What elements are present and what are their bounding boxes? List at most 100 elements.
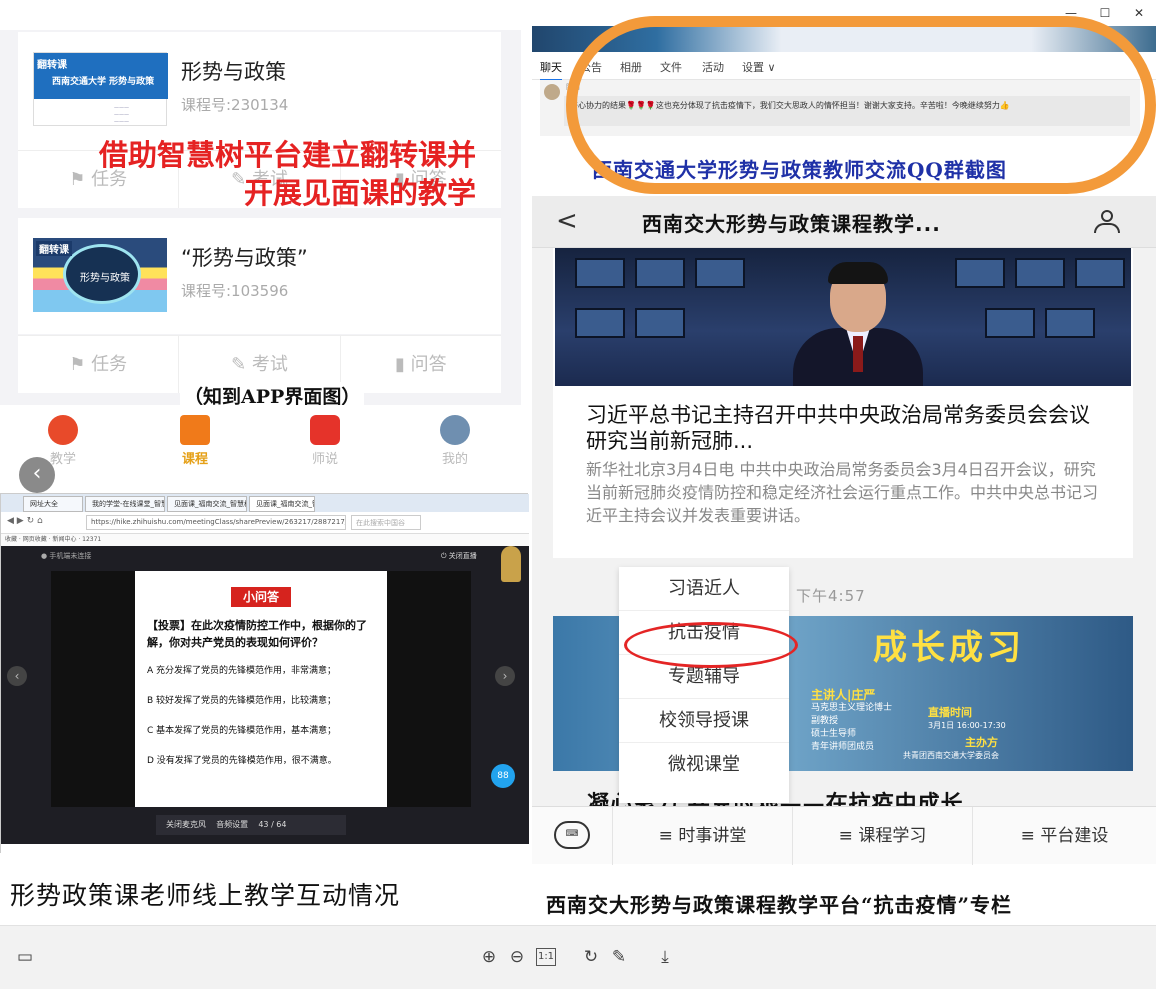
edit-icon[interactable]: ✎	[608, 946, 630, 968]
mic-button[interactable]: 关闭麦克风	[166, 820, 206, 829]
search-input[interactable]: 在此搜索中国谷	[351, 515, 421, 530]
browser-tab-active[interactable]: 见面课_福南交流_智慧树	[249, 496, 315, 512]
browser-tab[interactable]: 我的学堂-在线课堂_智慧树	[85, 496, 165, 512]
banner-speaker-info: 马克思主义理论博士 副教授 硕士生导师 青年讲师团成员	[811, 703, 893, 752]
news-image	[555, 248, 1131, 386]
news-anchor-figure	[793, 262, 923, 386]
tab-mine[interactable]: 我的	[425, 415, 485, 467]
tab-courses[interactable]: 课程	[165, 415, 225, 467]
quiz-option: D 没有发挥了党员的先锋模范作用，很不满意。	[147, 756, 337, 766]
avatar[interactable]	[544, 84, 560, 100]
qq-tab[interactable]: 公告	[580, 59, 602, 75]
page-title: 西南交大形势与政策课程教学...	[642, 212, 941, 236]
cover-tag: 翻转课	[36, 241, 72, 256]
menu-item[interactable]: 微视课堂	[619, 743, 789, 787]
cover-title: 西南交通大学 形势与政策	[52, 77, 155, 87]
phone-header: < 西南交大形势与政策课程教学...	[532, 196, 1156, 248]
banner-headline: 成长成习	[873, 628, 1025, 668]
banner-time: 3月1日 16:00-17:30	[928, 721, 1006, 730]
left-caption: 形势政策课老师线上教学互动情况	[10, 881, 401, 910]
back-arrow-button[interactable]: ‹	[19, 457, 55, 493]
window-title-bar: — ☐ ✕	[0, 0, 1156, 26]
right-caption: 西南交大形势与政策课程教学平台“抗击疫情”专栏	[546, 893, 1013, 917]
message-bubble: 齐心协力的结果🌹🌹🌹这也充分体现了抗击疫情下，我们交大思政人的情怀担当！谢谢大家…	[564, 96, 1130, 126]
download-icon[interactable]: ⤓	[654, 946, 676, 968]
quiz-option: B 较好发挥了党员的先锋模范作用，比较满意；	[147, 696, 337, 706]
thumbnail-icon[interactable]: ▭	[14, 946, 36, 968]
user-icon[interactable]	[1092, 208, 1122, 236]
menu-item[interactable]: 校领导授课	[619, 699, 789, 743]
close-button[interactable]: ✕	[1128, 3, 1150, 23]
browser-tab[interactable]: 网址大全	[23, 496, 83, 512]
quiz-badge: 小问答	[231, 587, 291, 607]
bookmarks-bar: 收藏 · 网页收藏 · 新闻中心 · 12371	[1, 534, 529, 546]
teacher-talk-icon	[310, 415, 340, 445]
qq-tab[interactable]: 聊天	[540, 59, 562, 81]
footer-menu-news[interactable]: ≡ 时事讲堂	[612, 807, 792, 865]
qq-header-banner	[532, 26, 1156, 52]
back-icon[interactable]: <	[556, 206, 578, 236]
sender-name: 阿翁	[566, 83, 580, 91]
course-title: “形势与政策”	[181, 246, 308, 270]
browser-tab-strip: 网址大全 我的学堂-在线课堂_智慧树 见面课_福南交流_智慧树 见面课_福南交流…	[1, 494, 529, 512]
courses-icon	[180, 415, 210, 445]
quiz-option: A 充分发挥了党员的先锋模范作用，非常满意；	[147, 666, 337, 676]
bell-icon[interactable]	[501, 546, 521, 582]
course-number: 课程号:230134	[181, 96, 289, 114]
course-card-1[interactable]: 翻转课 西南交通大学 形势与政策 ——— ——— ——— 形势与政策 课程号:230…	[18, 32, 501, 150]
qq-tab[interactable]: 相册	[620, 59, 642, 75]
menu-round-button[interactable]: 88	[491, 764, 515, 788]
maximize-button[interactable]: ☐	[1094, 3, 1116, 23]
tab-teacher-talk[interactable]: 师说	[295, 415, 355, 467]
phone-footer-menu: ⌨ ≡ 时事讲堂 ≡ 课程学习 ≡ 平台建设	[532, 806, 1156, 865]
course-card-2[interactable]: 翻转课 形势与政策 “形势与政策” 课程号:103596	[18, 218, 501, 334]
close-live-button[interactable]: ⏻ 关闭直播	[441, 551, 477, 561]
next-slide-button[interactable]: ›	[495, 666, 515, 686]
footer-menu-platform[interactable]: ≡ 平台建设	[972, 807, 1156, 865]
zoom-in-icon[interactable]: ⊕	[478, 946, 500, 968]
url-field[interactable]: https://hike.zhihuishu.com/meetingClass/…	[86, 515, 346, 530]
avatar-icon	[440, 415, 470, 445]
news-card[interactable]: 习近平总书记主持召开中共中央政治局常务委员会会议 研究当前新冠肺... 新华社北…	[553, 248, 1133, 558]
slide-page: 小问答 【投票】在此次疫情防控工作中，根据你的了解，你对共产党员的表现如何评价？…	[135, 571, 387, 807]
audio-settings-button[interactable]: 音频设置	[216, 820, 248, 829]
course-cover-1: 翻转课 西南交通大学 形势与政策 ——— ——— ———	[33, 52, 168, 126]
course-title: 形势与政策	[181, 60, 286, 84]
banner-speaker: 主讲人|庄严	[811, 688, 876, 702]
footer-menu-course[interactable]: ≡ 课程学习	[792, 807, 972, 865]
actual-size-icon[interactable]: 1:1	[536, 948, 556, 966]
banner-organizer-label: 主办方	[965, 736, 998, 749]
teaching-icon	[48, 415, 78, 445]
task-button[interactable]: ⚑ 任务	[18, 336, 180, 393]
prev-slide-button[interactable]: ‹	[7, 666, 27, 686]
zoom-out-icon[interactable]: ⊖	[506, 946, 528, 968]
minimize-button[interactable]: —	[1060, 3, 1082, 23]
menu-item[interactable]: 习语近人	[619, 567, 789, 611]
live-class-area: ● 手机端未连接 ⏻ 关闭直播 小问答 【投票】在此次疫情防控工作中，根据你的了…	[1, 546, 529, 844]
qq-tab[interactable]: 文件	[660, 59, 682, 75]
image-viewer-toolbar: ▭ ⊕ ⊖ 1:1 ↻ ✎ ⤓	[0, 925, 1156, 989]
zhidao-app-screenshot: 翻转课 西南交通大学 形势与政策 ——— ——— ——— 形势与政策 课程号:230…	[0, 30, 521, 405]
nav-arrows-icon[interactable]: ◀ ▶ ↻ ⌂	[7, 516, 43, 526]
browser-tab[interactable]: 见面课_福南交流_智慧树	[167, 496, 247, 512]
banner-time-label: 直播时间	[928, 706, 972, 719]
course-number: 课程号:103596	[181, 282, 289, 300]
cover-tag: 翻转课	[37, 60, 67, 71]
qq-tab[interactable]: 活动	[702, 59, 724, 75]
popup-menu: 习语近人 抗击疫情 专题辅导 校领导授课 微视课堂	[619, 567, 789, 803]
keyboard-icon[interactable]: ⌨	[554, 821, 590, 849]
page-indicator: 43 / 64	[258, 820, 287, 829]
app-tab-bar: 教学 课程 师说 我的	[0, 405, 521, 485]
rotate-icon[interactable]: ↻	[580, 946, 602, 968]
browser-window: 网址大全 我的学堂-在线课堂_智慧树 见面课_福南交流_智慧树 见面课_福南交流…	[0, 493, 529, 854]
qa-button[interactable]: ▮ 问答	[341, 336, 501, 393]
control-bar: 关闭麦克风 音频设置 43 / 64	[156, 815, 346, 835]
overlay-red-text: 借助智慧树平台建立翻转课并开展见面课的教学	[98, 138, 476, 210]
banner-organizer: 共青团西南交通大学委员会	[903, 751, 999, 760]
cover-title: 形势与政策	[80, 273, 130, 284]
qq-message: 阿翁 齐心协力的结果🌹🌹🌹这也充分体现了抗击疫情下，我们交大思政人的情怀担当！谢…	[540, 80, 1140, 136]
red-highlight-circle	[624, 622, 798, 668]
qq-tab-bar: 聊天 公告 相册 文件 活动 设置 ∨	[532, 52, 1156, 81]
quiz-option: C 基本发挥了党员的先锋模范作用，基本满意；	[147, 726, 337, 736]
qq-tab[interactable]: 设置 ∨	[742, 59, 776, 75]
